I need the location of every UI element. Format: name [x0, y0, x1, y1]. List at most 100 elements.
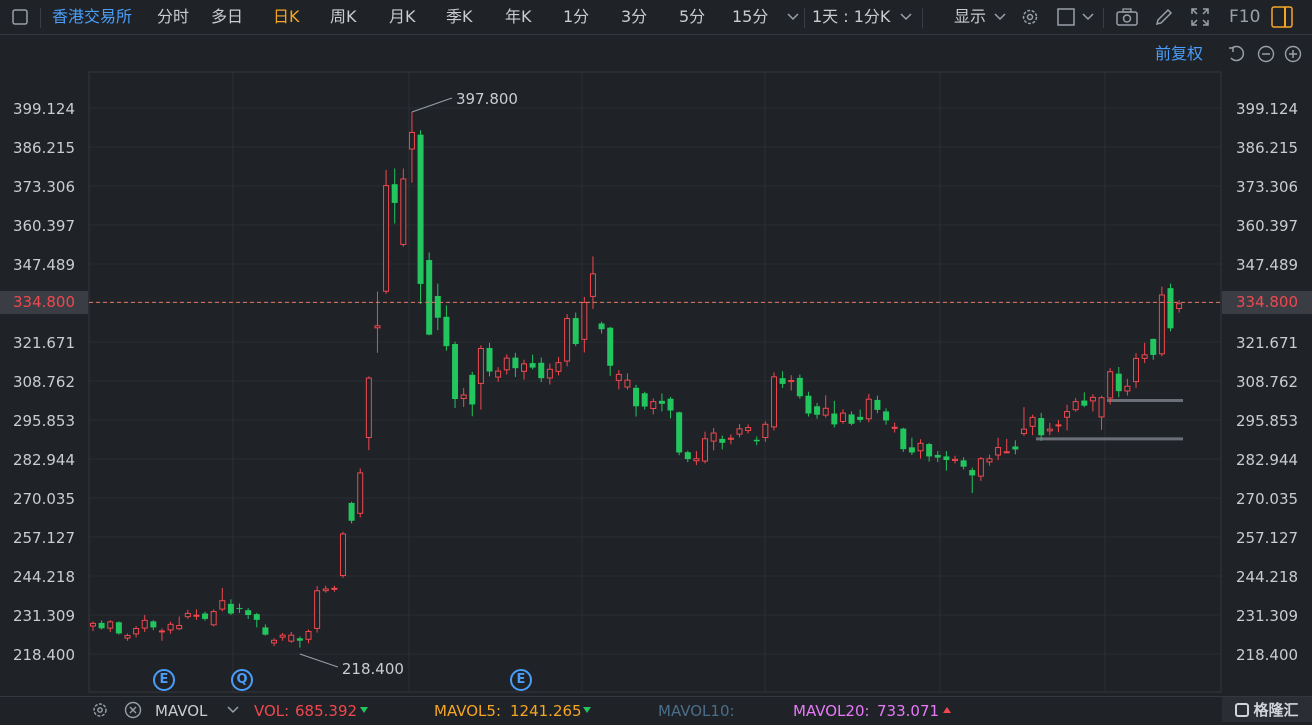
candle [710, 428, 717, 451]
zoom-out-icon[interactable] [1256, 44, 1276, 64]
panel-toggle-icon[interactable] [8, 0, 32, 34]
candle [555, 357, 562, 376]
tab-weekly-k[interactable]: 周K [330, 0, 357, 34]
candle [245, 608, 252, 619]
candle [357, 468, 364, 518]
candle [495, 367, 502, 382]
candle [684, 450, 691, 463]
candle-body [555, 362, 562, 372]
event-marker-earnings[interactable]: E [153, 669, 175, 691]
candle [581, 296, 588, 353]
sidebar-toggle-icon[interactable] [1268, 0, 1296, 34]
candle [202, 611, 209, 621]
arrow-down-icon [581, 697, 593, 722]
arrow-up-icon [941, 697, 953, 722]
candle-body [633, 387, 640, 407]
chevron-down-icon[interactable] [225, 697, 241, 722]
candle [762, 421, 769, 442]
indicator-select[interactable]: MAVOL [155, 697, 207, 722]
candle [943, 450, 950, 471]
candle-body [262, 627, 269, 635]
candle [1167, 283, 1174, 332]
current-price-tag-right: 334.800 [1222, 291, 1312, 314]
candle-body [443, 316, 450, 347]
candle [348, 501, 355, 524]
display-menu[interactable]: 显示 [954, 0, 986, 34]
candle-body [934, 454, 941, 458]
tab-5min[interactable]: 5分 [679, 0, 705, 34]
candle [727, 434, 734, 445]
exchange-label[interactable]: 香港交易所 [52, 0, 132, 34]
candle-body [288, 634, 295, 642]
f10-button[interactable]: F10 [1229, 0, 1260, 34]
candle-body [564, 318, 571, 362]
candle [891, 422, 898, 433]
brand-name: 格隆汇 [1253, 701, 1299, 719]
candle-body [831, 413, 838, 425]
divider [40, 8, 41, 28]
candle-body [1020, 428, 1027, 435]
candle [779, 371, 786, 389]
candle-body [1141, 354, 1148, 359]
candle-body [357, 472, 364, 514]
candle-body [814, 406, 821, 415]
tab-yearly-k[interactable]: 年K [505, 0, 532, 34]
y-tick-label-right: 399.124 [1236, 100, 1298, 118]
candle [641, 391, 648, 410]
candle [624, 373, 631, 390]
y-tick-label-right: 347.489 [1236, 256, 1298, 274]
color-swatch-icon[interactable] [1054, 0, 1078, 34]
candle-body [641, 393, 648, 407]
candle [908, 437, 915, 455]
candle-body [900, 428, 907, 450]
tab-3min[interactable]: 3分 [621, 0, 647, 34]
interval-select[interactable]: 1天 : 1分K [812, 0, 890, 34]
candle-body [107, 621, 114, 629]
candle-body [805, 395, 812, 414]
candle-body [176, 624, 183, 630]
y-tick-label-left: 386.215 [13, 139, 75, 157]
candle-body [615, 373, 622, 381]
candle [253, 612, 260, 628]
pencil-icon[interactable] [1152, 0, 1176, 34]
gear-icon[interactable] [1018, 0, 1042, 34]
candlestick-chart[interactable]: 399.124 386.215 373.306 360.397 347.489 321.6… [0, 0, 1312, 721]
chart-toolbar: 香港交易所 分时 多日 日K 周K 月K 季K 年K 1分 3分 5分 15分 … [0, 0, 1312, 35]
price-adjust-select[interactable]: 前复权 [1155, 38, 1203, 70]
candle-body [995, 447, 1002, 456]
candle-body [133, 628, 140, 635]
candle-body [908, 447, 915, 453]
chevron-down-icon[interactable] [992, 0, 1008, 34]
reset-icon[interactable] [1226, 44, 1246, 64]
candle-body [391, 184, 398, 203]
fullscreen-icon[interactable] [1188, 0, 1212, 34]
y-tick-label-left: 244.218 [13, 568, 75, 586]
tab-daily-k[interactable]: 日K [273, 0, 300, 34]
event-marker-quarterly[interactable]: Q [231, 669, 253, 691]
tab-quarterly-k[interactable]: 季K [446, 0, 473, 34]
chevron-down-icon[interactable] [898, 0, 914, 34]
tab-15min[interactable]: 15分 [732, 0, 768, 34]
tab-1min[interactable]: 1分 [563, 0, 589, 34]
camera-icon[interactable] [1114, 0, 1140, 34]
y-tick-label-left: 347.489 [13, 256, 75, 274]
chevron-down-icon[interactable] [785, 0, 801, 34]
gear-icon[interactable] [89, 697, 111, 722]
tab-intraday[interactable]: 分时 [157, 0, 189, 34]
event-marker-earnings[interactable]: E [510, 669, 532, 691]
candle-body [296, 638, 303, 641]
zoom-in-icon[interactable] [1283, 44, 1303, 64]
tab-multiday[interactable]: 多日 [211, 0, 243, 34]
candle [158, 628, 165, 641]
chevron-down-icon[interactable] [1080, 0, 1096, 34]
y-tick-label-right: 321.671 [1236, 334, 1298, 352]
candle [1055, 420, 1062, 433]
close-icon[interactable] [122, 697, 144, 722]
candle-body [874, 399, 881, 410]
candle-body [124, 634, 131, 639]
brand-watermark: 格隆汇 [1222, 697, 1312, 722]
candle [572, 312, 579, 347]
tab-monthly-k[interactable]: 月K [389, 0, 416, 34]
candle [115, 621, 122, 635]
y-tick-label-right: 295.853 [1236, 412, 1298, 430]
